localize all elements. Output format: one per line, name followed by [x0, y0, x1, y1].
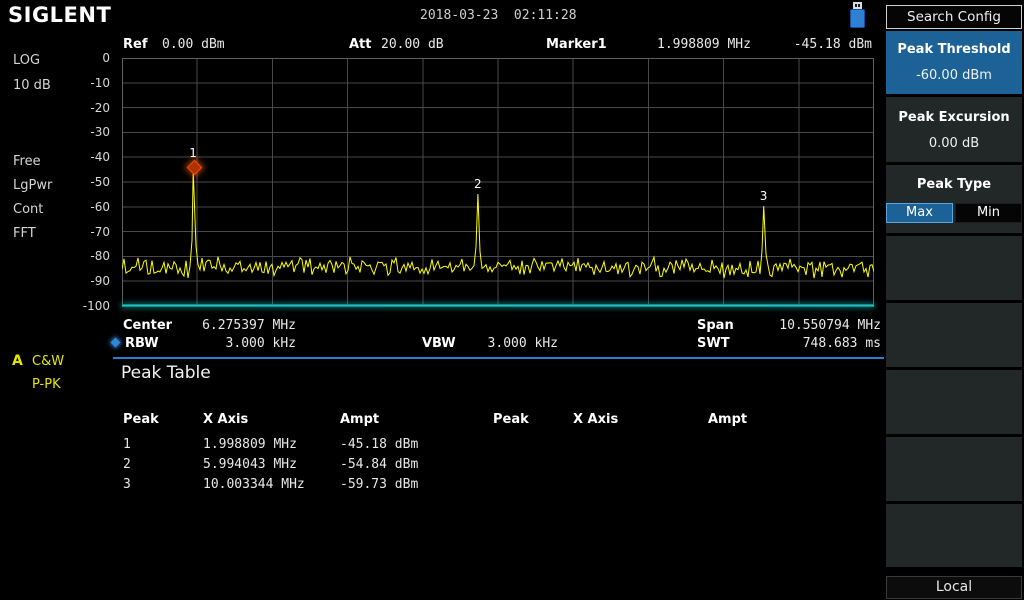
peak-type-button: Peak Type MaxMin — [886, 165, 1022, 233]
y-axis-tick-label: -50 — [60, 175, 110, 189]
peak-table-cell: -59.73 dBm — [340, 477, 418, 492]
trace-letter: A — [12, 353, 23, 369]
marker-amplitude: -45.18 dBm — [752, 37, 872, 52]
y-axis-tick-label: -80 — [60, 249, 110, 263]
peak-table-cell: 10.003344 MHz — [203, 477, 305, 492]
swt-label: SWT — [697, 336, 730, 351]
empty-soft-button — [886, 370, 1022, 434]
peak-table-title: Peak Table — [121, 363, 211, 383]
local-button[interactable]: Local — [886, 576, 1022, 599]
peak-threshold-label: Peak Threshold — [886, 42, 1022, 57]
rbw-label: RBW — [125, 336, 159, 351]
peak-table-cell: -54.84 dBm — [340, 457, 418, 472]
empty-soft-button — [886, 236, 1022, 300]
y-axis-tick-label: -40 — [60, 150, 110, 164]
peak-table-header-cell: Peak — [123, 412, 159, 427]
marker-label: Marker1 — [546, 37, 607, 52]
peak-table-cell: 2 — [123, 457, 131, 472]
plot-overlay: 1 2 3 — [122, 58, 874, 306]
peak-table-separator — [113, 357, 884, 359]
usb-connector — [853, 2, 862, 9]
att-label: Att — [349, 37, 372, 52]
usb-icon — [849, 2, 866, 28]
peak-excursion-value: 0.00 dB — [886, 136, 1022, 151]
att-value: 20.00 dB — [381, 37, 444, 52]
left-panel-item: Free — [13, 154, 41, 169]
peak-table-cell: 3 — [123, 477, 131, 492]
y-axis-labels: 0-10-20-30-40-50-60-70-80-90-100 — [60, 58, 116, 306]
peak-number-label: 3 — [760, 189, 768, 203]
peak-table-header-cell: Peak — [493, 412, 529, 427]
y-axis-tick-label: -30 — [60, 125, 110, 139]
peak-table-header-cell: X Axis — [203, 412, 248, 427]
ref-value: 0.00 dBm — [162, 37, 225, 52]
left-panel-item: LgPwr — [13, 178, 52, 193]
peak-threshold-button[interactable]: Peak Threshold -60.00 dBm — [886, 31, 1022, 94]
peak-table-header-cell: Ampt — [708, 412, 747, 427]
empty-soft-button — [886, 437, 1022, 501]
trace-detector-label: P-PK — [32, 377, 61, 392]
empty-soft-button — [886, 303, 1022, 367]
vbw-value: 3.000 kHz — [424, 336, 558, 351]
y-axis-tick-label: -60 — [60, 200, 110, 214]
peak-type-option-min[interactable]: Min — [955, 203, 1022, 223]
peak-excursion-label: Peak Excursion — [886, 110, 1022, 125]
center-value: 6.275397 MHz — [160, 318, 296, 333]
peak-table-cell: 5.994043 MHz — [203, 457, 297, 472]
peak-table-row: 1 1.998809 MHz -45.18 dBm — [0, 437, 884, 457]
peak-number-label: 2 — [474, 177, 482, 191]
trace-mode-label: C&W — [32, 354, 64, 369]
y-axis-tick-label: -100 — [60, 299, 110, 313]
peak-type-option-max[interactable]: Max — [886, 203, 953, 223]
peak-table-row: 3 10.003344 MHz -59.73 dBm — [0, 477, 884, 497]
y-axis-tick-label: -70 — [60, 225, 110, 239]
peak-type-toggle: MaxMin — [886, 203, 1022, 223]
peak-table-header-cell: X Axis — [573, 412, 618, 427]
peak-threshold-value: -60.00 dBm — [886, 68, 1022, 83]
peak-table-cell: 1 — [123, 437, 131, 452]
marker-frequency: 1.998809 MHz — [657, 37, 751, 52]
peak-number-label: 1 — [189, 146, 197, 160]
y-axis-tick-label: -20 — [60, 101, 110, 115]
spectrum-plot: 1 2 3 — [122, 58, 874, 306]
peak-table-header: Peak X Axis Ampt Peak X Axis Ampt — [0, 412, 884, 428]
menu-title: Search Config — [886, 5, 1022, 29]
spectrum-analyzer-screen: SIGLENT 2018-03-23 02:11:28 LOG10 dBFree… — [0, 0, 1024, 600]
rbw-value: 3.000 kHz — [160, 336, 296, 351]
display-line — [122, 304, 874, 307]
y-axis-tick-label: -10 — [60, 76, 110, 90]
swt-value: 748.683 ms — [741, 336, 881, 351]
left-panel-item: 10 dB — [13, 78, 51, 93]
left-panel-item: FFT — [13, 226, 36, 241]
span-value: 10.550794 MHz — [741, 318, 881, 333]
peak-table-row: 2 5.994043 MHz -54.84 dBm — [0, 457, 884, 477]
peak-excursion-button[interactable]: Peak Excursion 0.00 dB — [886, 97, 1022, 162]
diamond-icon — [111, 338, 121, 348]
y-axis-tick-label: -90 — [60, 274, 110, 288]
span-label: Span — [697, 318, 734, 333]
soft-menu-sidebar: Search Config Peak Threshold -60.00 dBm … — [884, 0, 1024, 600]
peak-table-cell: -45.18 dBm — [340, 437, 418, 452]
empty-soft-button — [886, 504, 1022, 567]
datetime: 2018-03-23 02:11:28 — [420, 8, 577, 23]
left-panel-item: Cont — [13, 202, 43, 217]
ref-label: Ref — [123, 37, 147, 52]
left-panel-item: LOG — [13, 53, 40, 68]
peak-type-label: Peak Type — [886, 177, 1022, 192]
peak-table-rows: 1 1.998809 MHz -45.18 dBm 2 5.994043 MHz -54.… — [0, 437, 884, 497]
peak-table-header-cell: Ampt — [340, 412, 379, 427]
marker1-diamond — [186, 159, 202, 175]
usb-body — [850, 9, 865, 28]
y-axis-tick-label: 0 — [60, 51, 110, 65]
peak-table-cell: 1.998809 MHz — [203, 437, 297, 452]
